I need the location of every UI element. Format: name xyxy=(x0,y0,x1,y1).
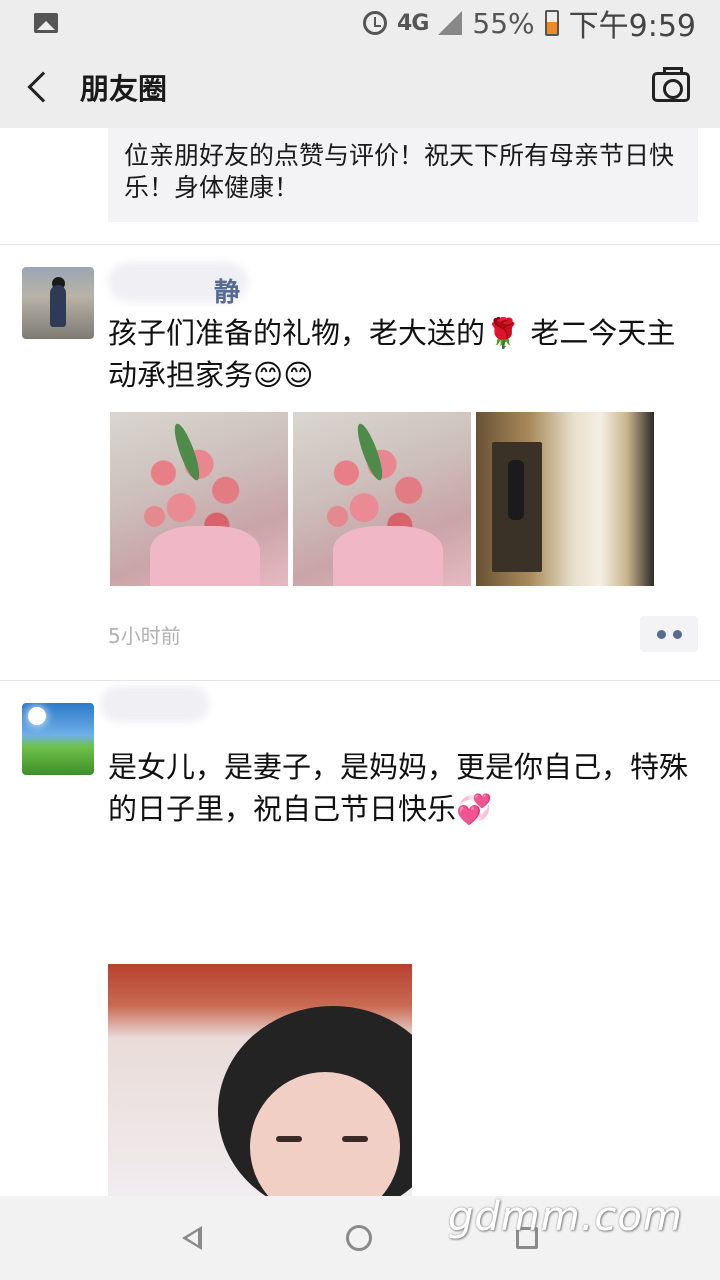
photo-leaf xyxy=(353,421,387,483)
dot-icon xyxy=(656,629,666,639)
back-icon[interactable] xyxy=(27,71,59,103)
alarm-icon xyxy=(363,11,388,35)
post-text: 是女儿，是妻子，是妈妈，更是你自己，特殊的日子里，祝自己节日快乐💞 xyxy=(108,750,689,826)
avatar[interactable] xyxy=(22,267,94,339)
nav-home-icon[interactable] xyxy=(346,1225,372,1251)
clock: 下午9:59 xyxy=(568,9,696,44)
battery-icon xyxy=(544,10,559,36)
photo-leaf xyxy=(170,421,204,483)
avatar-figure xyxy=(50,285,66,327)
post-photo-flowers-2[interactable] xyxy=(293,412,471,586)
camera-icon[interactable] xyxy=(652,67,690,102)
post-photo-portrait[interactable] xyxy=(108,964,412,1196)
status-bar: 4G 55% 下午9:59 xyxy=(0,0,720,46)
post-photo-room[interactable] xyxy=(476,412,654,586)
photo-wrap xyxy=(150,526,260,586)
dot-icon xyxy=(672,629,682,639)
page-title: 朋友圈 xyxy=(80,72,168,106)
avatar-sun xyxy=(28,707,46,725)
username-partial[interactable]: 静 xyxy=(214,272,240,309)
nav-back-icon[interactable] xyxy=(182,1226,202,1250)
divider xyxy=(0,244,720,245)
network-label: 4G xyxy=(397,10,429,36)
moments-page: 4G 55% 下午9:59 朋友圈 位亲朋好友的点赞与评价！祝天下所有母亲节日快… xyxy=(0,0,720,1280)
watermark: gdmm.com xyxy=(448,1194,683,1240)
post-photo-flowers-1[interactable] xyxy=(110,412,288,586)
photo-person xyxy=(508,460,524,520)
more-options-button[interactable] xyxy=(640,616,698,652)
battery-percent: 55% xyxy=(472,6,535,40)
photo-eye xyxy=(342,1136,368,1142)
signal-icon xyxy=(438,11,463,35)
photo-eye xyxy=(276,1136,302,1142)
divider xyxy=(0,680,720,681)
comment-text: 位亲朋好友的点赞与评价！祝天下所有母亲节日快乐！身体健康！ xyxy=(124,141,675,202)
app-header: 朋友圈 xyxy=(0,46,720,128)
username-blurred[interactable] xyxy=(100,686,210,722)
photo-wrap xyxy=(333,526,443,586)
gallery-notification-icon xyxy=(34,13,58,33)
post-text: 孩子们准备的礼物，老大送的🌹 老二今天主动承担家务😊😊 xyxy=(108,316,676,392)
post-time: 5小时前 xyxy=(108,624,181,648)
avatar[interactable] xyxy=(22,703,94,775)
